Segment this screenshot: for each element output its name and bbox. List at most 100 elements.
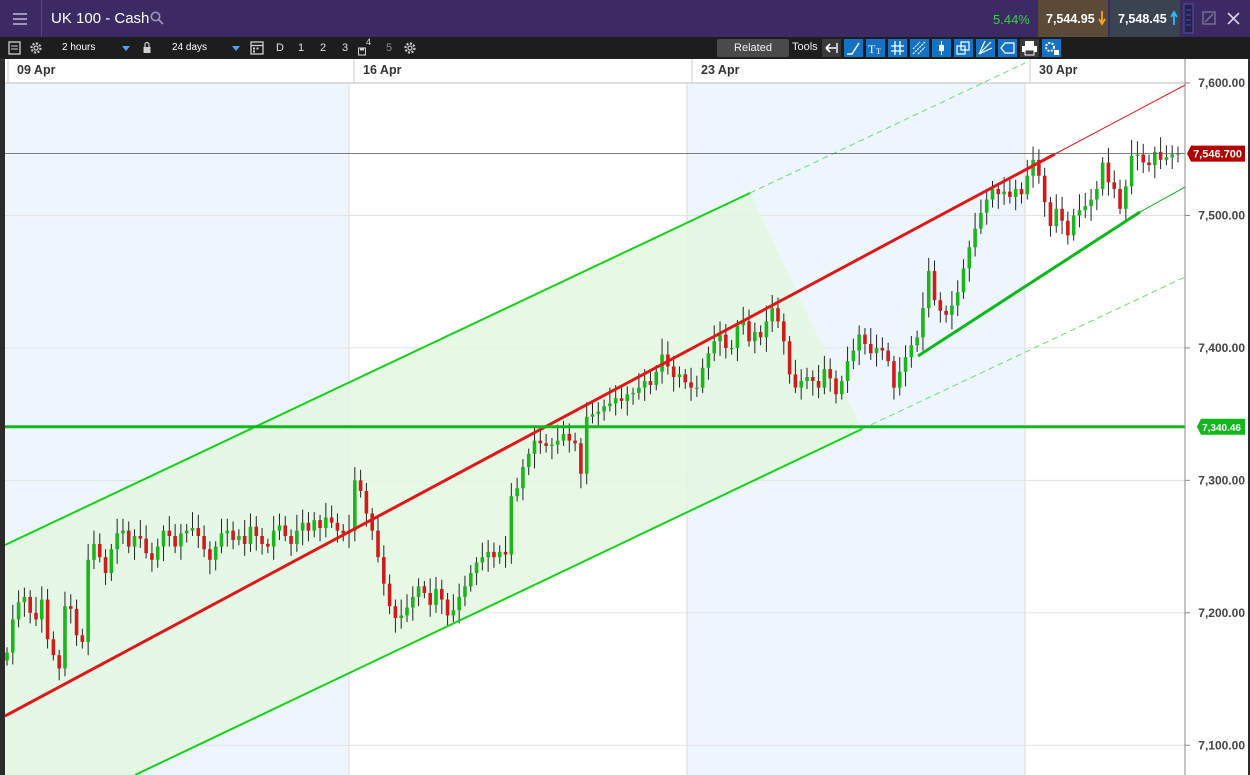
sell-price-button[interactable]: 7,544.95 <box>1038 0 1108 37</box>
period-4-button[interactable]: 4 <box>366 31 371 53</box>
candle-body <box>805 377 809 382</box>
grid-tool-icon[interactable] <box>888 39 907 57</box>
candle-body <box>144 538 148 554</box>
candle-body <box>1129 155 1134 187</box>
lock-icon[interactable] <box>142 37 152 59</box>
text-tool-icon[interactable]: TT <box>866 39 885 57</box>
candle-body <box>39 599 44 620</box>
period-2-button[interactable]: 2 <box>320 37 326 59</box>
candle-body <box>984 199 989 213</box>
candle-body <box>353 480 357 531</box>
candle-body <box>266 543 270 547</box>
candle-body <box>121 530 125 534</box>
candle-body <box>34 612 38 620</box>
price-tick-label: 7,200.00 <box>1198 606 1245 620</box>
candle-body <box>393 606 398 619</box>
candle-body <box>1071 215 1076 236</box>
candle-body <box>202 535 206 550</box>
candle-body <box>1025 175 1030 195</box>
drawing-settings-icon[interactable] <box>1042 39 1061 57</box>
candle-body <box>5 652 9 661</box>
date-label: 09 Apr <box>17 63 56 77</box>
candle-body <box>364 490 369 514</box>
period-1-button[interactable]: 1 <box>298 37 304 59</box>
candle-body <box>1013 188 1018 197</box>
cursor-arrow-tool-icon[interactable] <box>822 39 841 57</box>
menu-icon[interactable] <box>8 9 34 29</box>
settings-gear-icon[interactable] <box>29 37 43 59</box>
candle-body <box>932 271 937 301</box>
candle-body <box>637 387 641 393</box>
svg-text:T: T <box>868 42 876 56</box>
candle-body <box>782 321 786 342</box>
period-3-button[interactable]: 3 <box>342 37 348 59</box>
candle-body <box>845 361 850 382</box>
related-button[interactable]: Related <box>717 39 789 57</box>
candle-body <box>1008 191 1012 197</box>
candle-body <box>474 562 479 574</box>
candle-body <box>242 535 247 544</box>
candle-body <box>747 321 751 342</box>
pitchfork-tool-icon[interactable] <box>910 39 929 57</box>
candle-body <box>51 639 56 656</box>
candle-body <box>451 610 456 616</box>
candle-body <box>22 596 27 603</box>
candle-body <box>468 573 473 587</box>
date-label: 30 Apr <box>1039 63 1078 77</box>
candle-body <box>532 440 537 454</box>
candle-body <box>776 308 780 322</box>
buy-price-button[interactable]: 7,548.45 <box>1110 0 1180 37</box>
candle-tool-icon[interactable] <box>932 39 951 57</box>
candle-body <box>944 310 948 315</box>
layers-tool-icon[interactable] <box>954 39 973 57</box>
candle-body <box>16 602 21 620</box>
interval-select[interactable]: 2 hours <box>62 40 95 56</box>
candle-body <box>208 549 212 560</box>
candle-body <box>103 557 108 574</box>
bid-price: 7,544.95 <box>1046 12 1095 26</box>
candle-body <box>306 522 311 531</box>
candle-body <box>68 606 73 609</box>
candle-body <box>335 522 340 531</box>
candle-body <box>538 440 543 444</box>
range-select[interactable]: 24 days <box>172 40 207 56</box>
candle-body <box>631 392 635 395</box>
candle-body <box>405 607 409 616</box>
candle-body <box>921 308 925 338</box>
candle-body <box>1066 220 1070 236</box>
candle-body <box>1124 186 1128 209</box>
candle-body <box>973 228 977 248</box>
candle-body <box>190 528 195 531</box>
panel-icon[interactable] <box>8 37 22 59</box>
candle-body <box>828 369 832 379</box>
candle-body <box>1048 202 1053 227</box>
search-icon[interactable] <box>150 11 164 25</box>
candle-body <box>561 433 566 441</box>
period-d-button[interactable]: D <box>276 37 284 59</box>
candle-body <box>196 528 201 536</box>
candle-body <box>463 586 467 597</box>
calendar-icon[interactable] <box>250 37 264 59</box>
candle-body <box>839 381 844 395</box>
candle-body <box>712 341 717 354</box>
candle-body <box>219 533 224 547</box>
period-5-button[interactable]: 5 <box>386 37 392 59</box>
candle-body <box>97 543 102 558</box>
price-tick-label: 7,500.00 <box>1198 208 1245 222</box>
candle-body <box>816 381 821 388</box>
candle-body <box>509 496 514 555</box>
chart-toolbar: 2 hours 24 days D 1 2 3 4 5 Related Tool… <box>0 37 1250 60</box>
save-icon[interactable] <box>358 37 366 59</box>
candle-body <box>295 530 299 544</box>
candle-body <box>434 588 438 605</box>
trendline-tool-icon[interactable] <box>844 39 863 57</box>
candle-body <box>1095 188 1099 200</box>
candle-body <box>1147 162 1151 166</box>
label-tool-icon[interactable] <box>998 39 1017 57</box>
candle-body <box>410 596 415 608</box>
print-icon[interactable] <box>1020 39 1039 57</box>
support-price-label: 7,340.46 <box>1202 423 1241 434</box>
price-chart[interactable]: 09 Apr 16 Apr 23 Apr 30 Apr 7,100.00 7,200.00… <box>5 59 1248 775</box>
fan-tool-icon[interactable] <box>976 39 995 57</box>
chart-settings-gear-icon[interactable] <box>403 37 417 59</box>
